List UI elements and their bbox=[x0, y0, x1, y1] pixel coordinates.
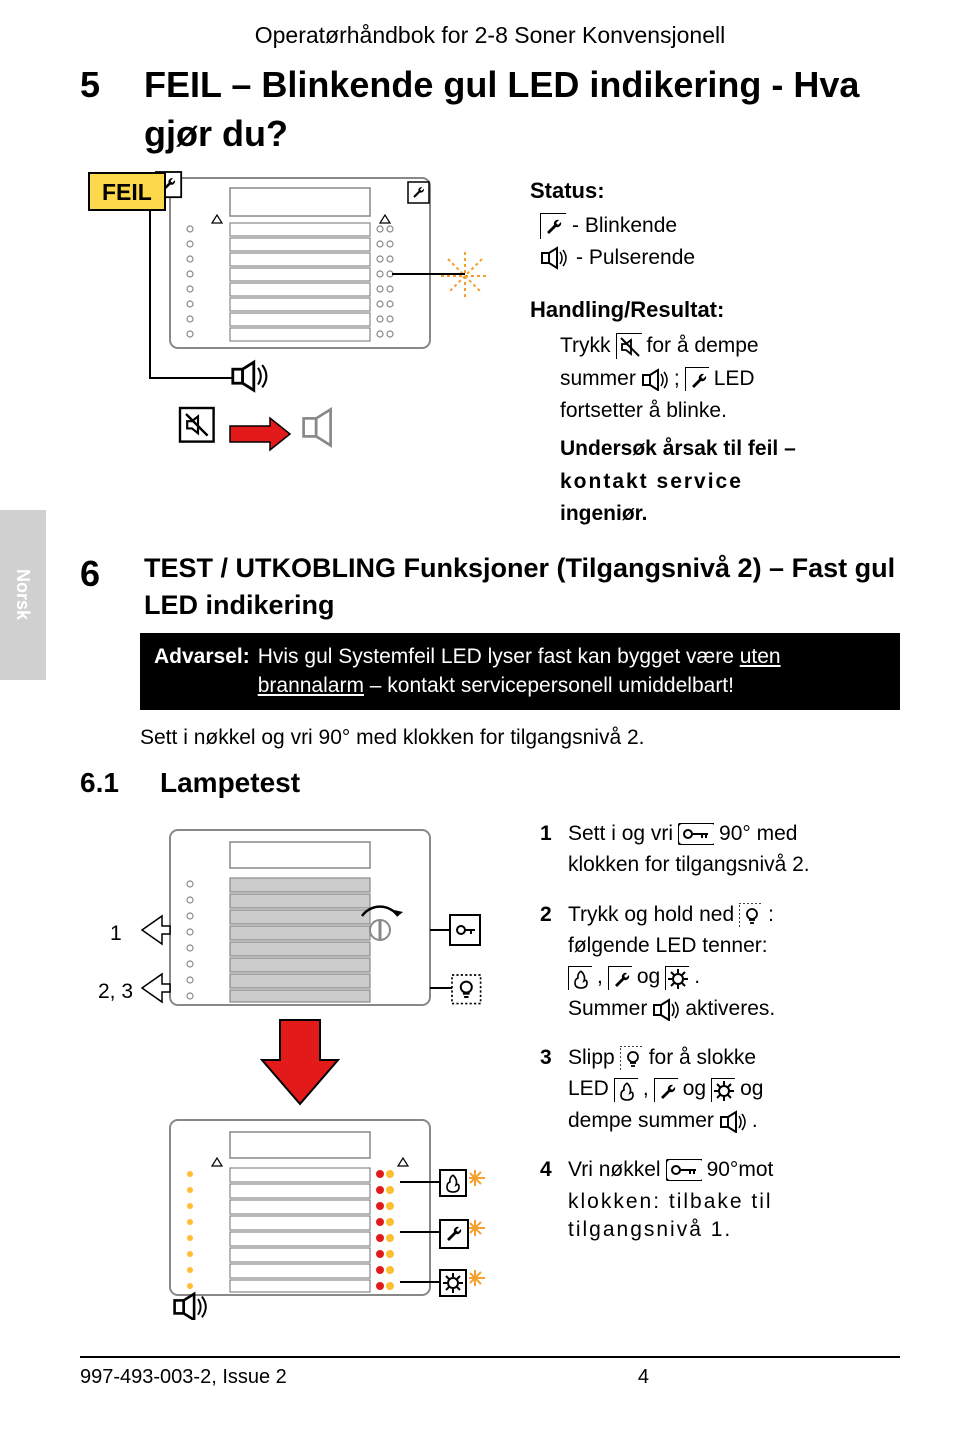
key-icon bbox=[678, 823, 714, 845]
lamp-button-icon bbox=[739, 903, 763, 927]
wrench-icon bbox=[685, 367, 709, 391]
fire-icon bbox=[568, 966, 592, 990]
warning-box: Advarsel: Hvis gul Systemfeil LED lyser … bbox=[140, 633, 900, 710]
panel-illustration bbox=[80, 168, 500, 478]
mute-button-icon bbox=[616, 333, 642, 359]
language-tab: Norsk bbox=[0, 510, 46, 680]
callout-1: 1 bbox=[110, 920, 122, 948]
lampetest-illustration bbox=[80, 820, 520, 1320]
wrench-icon bbox=[608, 966, 632, 990]
lampetest-steps: 1 Sett i og vri 90° med klokken for tilg… bbox=[540, 820, 900, 1328]
speaker-icon bbox=[641, 367, 669, 391]
feil-badge: FEIL bbox=[88, 172, 166, 211]
section-number: 6.1 bbox=[80, 764, 132, 802]
lamp-button-icon bbox=[620, 1046, 644, 1070]
gear-icon bbox=[665, 966, 689, 990]
speaker-icon bbox=[652, 997, 680, 1021]
status-blink-line: - Blinkende bbox=[540, 212, 900, 240]
section-5-header: 5 FEIL – Blinkende gul LED indikering - … bbox=[80, 61, 900, 158]
handling-heading: Handling/Resultat: bbox=[530, 295, 900, 325]
wrench-icon bbox=[654, 1078, 678, 1102]
section-number: 5 bbox=[80, 61, 116, 110]
step-2: 2 Trykk og hold ned : følgende LED tenne… bbox=[540, 901, 900, 1026]
speaker-icon bbox=[719, 1109, 747, 1133]
wrench-icon bbox=[540, 213, 566, 239]
step-4: 4 Vri nøkkel 90°mot klokken: tilbake til… bbox=[540, 1156, 900, 1247]
handling-text: Trykk for å dempe summer ; LED fortsette… bbox=[560, 332, 900, 528]
document-id: 997-493-003-2, Issue 2 bbox=[80, 1364, 287, 1391]
key-icon bbox=[666, 1159, 702, 1181]
lampetest-diagram: 1 2, 3 bbox=[80, 820, 520, 1328]
section-title: TEST / UTKOBLING Funksjoner (Tilgangsniv… bbox=[144, 550, 900, 623]
step-1: 1 Sett i og vri 90° med klokken for tilg… bbox=[540, 820, 900, 883]
section-number: 6 bbox=[80, 550, 116, 599]
page-footer: 997-493-003-2, Issue 2 4 bbox=[80, 1356, 900, 1391]
section-6-header: 6 TEST / UTKOBLING Funksjoner (Tilgangsn… bbox=[80, 550, 900, 623]
section-title: FEIL – Blinkende gul LED indikering - Hv… bbox=[144, 61, 900, 158]
status-heading: Status: bbox=[530, 176, 900, 206]
fault-panel-diagram: FEIL bbox=[80, 168, 500, 468]
document-title: Operatørhåndbok for 2-8 Soner Konvensjon… bbox=[80, 20, 900, 51]
step-3: 3 Slipp for å slokke LED , og bbox=[540, 1044, 900, 1138]
gear-icon bbox=[711, 1078, 735, 1102]
callout-2-3: 2, 3 bbox=[98, 978, 133, 1006]
insert-key-text: Sett i nøkkel og vri 90° med klokken for… bbox=[140, 724, 900, 752]
section-6-1-header: 6.1 Lampetest bbox=[80, 764, 900, 802]
page-number: 4 bbox=[638, 1364, 649, 1391]
speaker-icon bbox=[540, 245, 570, 271]
section-title: Lampetest bbox=[160, 764, 300, 802]
fire-icon bbox=[614, 1078, 638, 1102]
status-pulse-line: - Pulserende bbox=[540, 244, 900, 272]
